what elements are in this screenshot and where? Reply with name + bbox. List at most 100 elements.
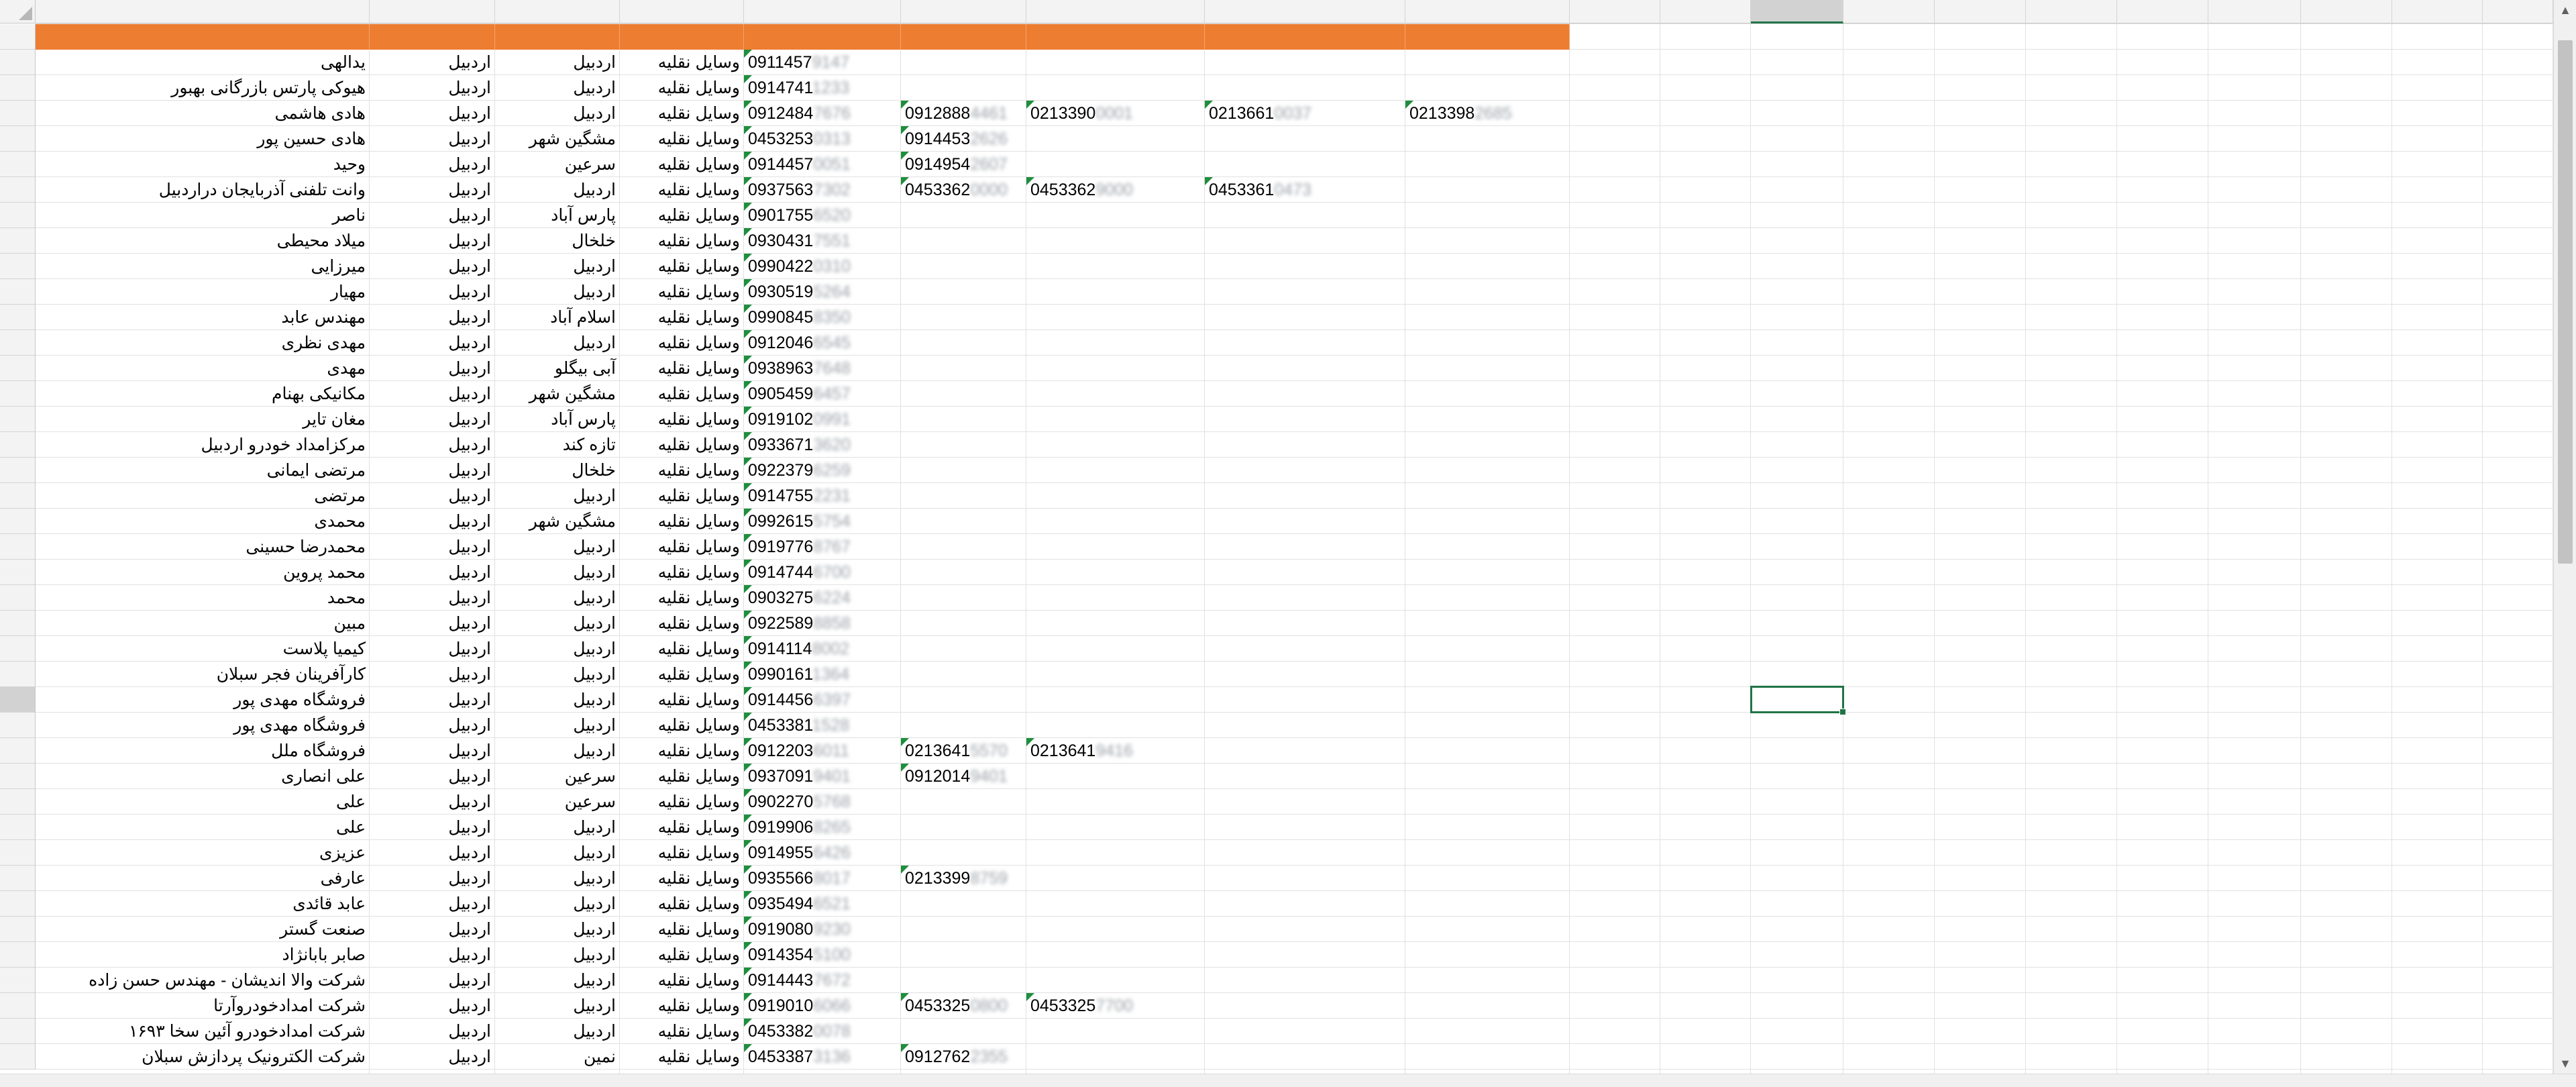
spreadsheet-grid[interactable]: یدالهی اردبیل اردبیل وسایل نقلیه 09114579147… [0,0,2553,1074]
cell-b41[interactable]: اردبیل [370,1044,495,1070]
cell-b32[interactable]: اردبیل [370,815,495,840]
header-cell-b[interactable] [370,24,495,50]
cell-d36[interactable]: وسایل نقلیه [620,917,744,942]
row-header-23[interactable] [0,585,36,611]
column-header-r[interactable] [2301,0,2392,23]
cell-b15[interactable]: اردبیل [370,381,495,407]
cell-d20[interactable]: وسایل نقلیه [620,509,744,534]
cell-d21[interactable]: وسایل نقلیه [620,534,744,560]
cell-a3[interactable]: هیوکی پارتس بازرگانی بهبور [36,75,370,101]
row-header-32[interactable] [0,815,36,840]
cell-a30[interactable]: علی انصاری [36,764,370,789]
row-header-39[interactable] [0,993,36,1019]
cell-a41[interactable]: شرکت الکترونیک پردازش سبلان [36,1044,370,1070]
phone-cell-e26[interactable]: 09901611364 [744,662,901,687]
cell-d39[interactable]: وسایل نقلیه [620,993,744,1019]
cell-d26[interactable]: وسایل نقلیه [620,662,744,687]
phone-cell-e31[interactable]: 09022705768 [744,789,901,815]
cell-a14[interactable]: مهدی [36,356,370,381]
phone-cell-h4[interactable]: 02136610037 [1205,101,1405,126]
row-header-17[interactable] [0,432,36,458]
cell-d30[interactable]: وسایل نقلیه [620,764,744,789]
cell-d29[interactable]: وسایل نقلیه [620,738,744,764]
column-header-o[interactable] [2026,0,2117,23]
cell-d12[interactable]: وسایل نقلیه [620,305,744,330]
phone-cell-e23[interactable]: 09032756224 [744,585,901,611]
phone-cell-e38[interactable]: 09144437672 [744,968,901,993]
phone-cell-e39[interactable]: 09190106066 [744,993,901,1019]
cell-a37[interactable]: صابر بابانژاد [36,942,370,968]
column-header-k[interactable] [1660,0,1751,23]
column-header-t[interactable] [2483,0,2553,23]
cell-d38[interactable]: وسایل نقلیه [620,968,744,993]
cell-c10[interactable]: اردبیل [495,254,620,279]
phone-cell-e34[interactable]: 09355668017 [744,866,901,891]
column-header-l[interactable] [1751,0,1843,23]
phone-cell-f7[interactable]: 04533620000 [901,177,1026,203]
phone-cell-e6[interactable]: 09144570051 [744,152,901,177]
phone-cell-e21[interactable]: 09197768767 [744,534,901,560]
cell-a27[interactable]: فروشگاه مهدی پور [36,687,370,713]
phone-cell-f39[interactable]: 04533250800 [901,993,1026,1019]
cell-a24[interactable]: مبین [36,611,370,636]
column-header-p[interactable] [2117,0,2208,23]
cell-a28[interactable]: فروشگاه مهدی پور [36,713,370,738]
phone-cell-e37[interactable]: 09143545100 [744,942,901,968]
row-header-11[interactable] [0,279,36,305]
cell-d22[interactable]: وسایل نقلیه [620,560,744,585]
row-header-19[interactable] [0,483,36,509]
cell-a12[interactable]: مهندس عابد [36,305,370,330]
cell-b14[interactable]: اردبیل [370,356,495,381]
cell-b10[interactable]: اردبیل [370,254,495,279]
cell-b17[interactable]: اردبیل [370,432,495,458]
phone-cell-g4[interactable]: 02133900001 [1026,101,1205,126]
phone-cell-h7[interactable]: 04533610473 [1205,177,1405,203]
row-header-5[interactable] [0,126,36,152]
cell-c5[interactable]: مشگین شهر [495,126,620,152]
cell-d13[interactable]: وسایل نقلیه [620,330,744,356]
column-header-f[interactable] [901,0,1026,23]
cell-b7[interactable]: اردبیل [370,177,495,203]
scroll-down-icon[interactable]: ▼ [2554,1053,2576,1074]
cell-c28[interactable]: اردبیل [495,713,620,738]
cell-c12[interactable]: اسلام آباد [495,305,620,330]
selected-cell[interactable] [1750,686,1846,715]
cell-d16[interactable]: وسایل نقلیه [620,407,744,432]
cell-d37[interactable]: وسایل نقلیه [620,942,744,968]
column-header-s[interactable] [2392,0,2483,23]
row-header-35[interactable] [0,891,36,917]
cell-a36[interactable]: صنعت گستر [36,917,370,942]
cell-a31[interactable]: علی [36,789,370,815]
row-header-27[interactable] [0,687,36,713]
row-header-6[interactable] [0,152,36,177]
phone-cell-e9[interactable]: 09304317551 [744,228,901,254]
column-header-h[interactable] [1205,0,1405,23]
phone-cell-e33[interactable]: 09149556426 [744,840,901,866]
horizontal-scrollbar[interactable] [0,1074,2576,1087]
row-header-2[interactable] [0,50,36,75]
phone-cell-e8[interactable]: 09017556520 [744,203,901,228]
cell-b34[interactable]: اردبیل [370,866,495,891]
row-header-41[interactable] [0,1044,36,1070]
column-header-b[interactable] [370,0,495,23]
fill-handle[interactable] [1839,709,1846,715]
cell-d23[interactable]: وسایل نقلیه [620,585,744,611]
cell-b19[interactable]: اردبیل [370,483,495,509]
phone-cell-e25[interactable]: 09141148002 [744,636,901,662]
row-header-15[interactable] [0,381,36,407]
row-header-9[interactable] [0,228,36,254]
cell-c22[interactable]: اردبیل [495,560,620,585]
phone-cell-e35[interactable]: 09354946521 [744,891,901,917]
cell-a23[interactable]: محمد [36,585,370,611]
cell-c17[interactable]: تازه کند [495,432,620,458]
cell-a20[interactable]: محمدی [36,509,370,534]
cell-a35[interactable]: عابد قائدی [36,891,370,917]
cell-b3[interactable]: اردبیل [370,75,495,101]
row-header-1[interactable] [0,24,36,50]
phone-cell-g7[interactable]: 04533629000 [1026,177,1205,203]
row-header-3[interactable] [0,75,36,101]
row-header-33[interactable] [0,840,36,866]
cell-a22[interactable]: محمد پروین [36,560,370,585]
phone-cell-e2[interactable]: 09114579147 [744,50,901,75]
cell-a2[interactable]: یدالهی [36,50,370,75]
